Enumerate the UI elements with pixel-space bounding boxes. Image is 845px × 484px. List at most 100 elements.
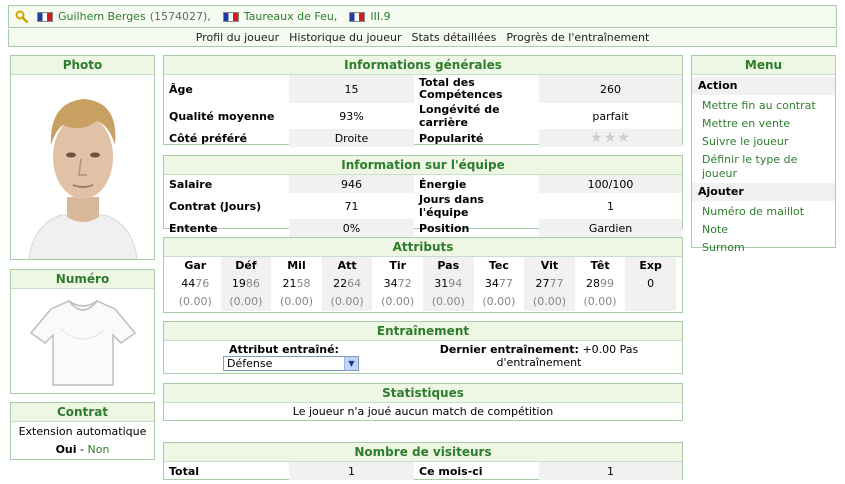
tab-training-progress[interactable]: Progrès de l'entraînement <box>506 31 649 44</box>
star-icon: ★ <box>590 130 604 146</box>
auto-extension-separator: - <box>76 443 88 456</box>
tab-history[interactable]: Historique du joueur <box>289 31 401 44</box>
menu-item-jersey-number[interactable]: Numéro de maillot <box>692 203 835 221</box>
statistics-panel: Statistiques Le joueur n'a joué aucun ma… <box>163 383 683 421</box>
visitors-month-label: Ce mois-ci <box>419 464 483 478</box>
visitors-total-value: 1 <box>289 462 414 480</box>
attribute-whole: 34 <box>383 277 398 290</box>
menu-item-put-for-sale[interactable]: Mettre en vente <box>692 115 835 133</box>
popularity-stars: ★★★ <box>539 129 682 147</box>
star-icon: ★ <box>617 130 631 146</box>
attribute-value: 0 <box>625 275 676 293</box>
trained-attribute-select[interactable]: Défense ▼ <box>223 356 359 371</box>
career-longevity-label: Longévité de carrière <box>419 103 500 129</box>
statistics-text: Le joueur n'a joué aucun match de compét… <box>292 405 554 418</box>
league-link[interactable]: III.9 <box>370 10 390 23</box>
menu-item-end-contract[interactable]: Mettre fin au contrat <box>692 97 835 115</box>
attribute-value: 3194 <box>422 275 474 293</box>
trained-attribute-label: Attribut entraîné: <box>229 343 339 356</box>
attribute-name: Tec <box>488 259 509 272</box>
attribute-name: Exp <box>625 257 676 275</box>
auto-extension-no-link[interactable]: Non <box>87 443 109 456</box>
attribute-name: Mil <box>287 259 306 272</box>
popularity-label: Popularité <box>419 131 484 145</box>
team-info-title: Information sur l'équipe <box>164 156 682 175</box>
attribute-decimal: 99 <box>600 277 615 290</box>
attribute-whole: 34 <box>484 277 499 290</box>
attributes-change-row: (0.00) (0.00) (0.00) (0.00) (0.00) (0.00) (0.0… <box>170 293 676 311</box>
preferred-side-value: Droite <box>289 129 414 147</box>
attribute-decimal: 77 <box>498 277 513 290</box>
attribute-name: Déf <box>220 257 272 275</box>
avg-quality-value: 93% <box>339 109 364 123</box>
team-info-panel: Information sur l'équipe Salaire 946 Éne… <box>163 155 683 237</box>
tab-profile[interactable]: Profil du joueur <box>196 31 279 44</box>
attribute-decimal: 72 <box>397 277 412 290</box>
france-flag-icon <box>222 11 239 22</box>
age-label: Âge <box>169 82 193 96</box>
menu-panel: Menu Action Mettre fin au contrat Mettre… <box>691 55 836 254</box>
attribute-value: 2899 <box>575 275 626 293</box>
attribute-name: Pas <box>422 257 474 275</box>
search-icon[interactable] <box>15 10 29 24</box>
career-longevity-value: parfait <box>592 109 629 123</box>
attribute-name: Têt <box>590 259 610 272</box>
attribute-name: Tir <box>389 259 407 272</box>
contract-title: Contrat <box>11 403 154 422</box>
preferred-side-label: Côté préféré <box>169 131 248 145</box>
attribute-whole: 21 <box>282 277 297 290</box>
jersey-icon <box>29 300 137 386</box>
star-icon: ★ <box>603 130 618 146</box>
player-photo <box>11 75 154 260</box>
entente-label: Entente <box>169 221 218 235</box>
statistics-title: Statistiques <box>164 384 682 403</box>
attribute-value: 2777 <box>524 275 575 293</box>
menu-item-nickname[interactable]: Surnom <box>692 239 835 257</box>
energy-label: Énergie <box>419 177 467 191</box>
visitors-panel: Nombre de visiteurs Total 1 Ce mois-ci 1 <box>163 442 683 480</box>
contract-days-value: 71 <box>344 199 359 213</box>
attribute-decimal: 64 <box>347 277 362 290</box>
auto-extension-yes: Oui <box>55 443 77 456</box>
visitors-title: Nombre de visiteurs <box>164 443 682 462</box>
attribute-change: (0.00) <box>178 295 212 308</box>
entente-value: 0% <box>289 219 414 237</box>
number-title: Numéro <box>11 270 154 289</box>
menu-item-set-player-type[interactable]: Définir le type de joueur <box>692 151 835 183</box>
attribute-decimal: 76 <box>195 277 210 290</box>
attribute-change: (0.00) <box>279 295 314 308</box>
attribute-value: 3477 <box>474 275 525 293</box>
player-id: (1574027), <box>149 10 211 23</box>
player-name-link[interactable]: Guilhem Berges <box>58 10 146 23</box>
team-name-link[interactable]: Taureaux de Feu, <box>244 10 338 23</box>
days-in-team-label: Jours dans l'équipe <box>419 193 484 219</box>
player-header-bar: Guilhem Berges (1574027), Taureaux de Fe… <box>8 5 837 28</box>
photo-title: Photo <box>11 56 154 75</box>
attributes-panel: Attributs Gar Déf Mil Att Tir Pas Tec Vit Têt Exp… <box>163 237 683 313</box>
contract-days-label: Contrat (Jours) <box>169 199 262 213</box>
general-info-title: Informations générales <box>164 56 682 75</box>
attribute-value: 1986 <box>220 275 272 293</box>
attribute-decimal: 86 <box>245 277 260 290</box>
attribute-name: Vit <box>524 257 575 275</box>
training-title: Entraînement <box>164 322 682 341</box>
menu-section-action: Action <box>692 77 835 95</box>
number-panel: Numéro <box>10 269 155 394</box>
france-flag-icon <box>349 11 366 22</box>
menu-item-note[interactable]: Note <box>692 221 835 239</box>
tab-detailed-stats[interactable]: Stats détaillées <box>412 31 497 44</box>
menu-item-follow-player[interactable]: Suivre le joueur <box>692 133 835 151</box>
auto-extension-label: Extension automatique <box>18 425 147 438</box>
training-panel: Entraînement Attribut entraîné: Défense … <box>163 321 683 374</box>
contract-panel: Contrat Extension automatique Oui - Non <box>10 402 155 460</box>
attribute-value: 3472 <box>372 275 423 293</box>
attribute-whole: 27 <box>535 277 550 290</box>
attribute-change <box>625 293 676 311</box>
attribute-value: 4476 <box>170 275 221 293</box>
menu-title: Menu <box>692 56 835 75</box>
position-label: Position <box>419 221 470 235</box>
attributes-value-row: 4476 1986 2158 2264 3472 3194 3477 2777 2899 0 <box>170 275 676 293</box>
chevron-down-icon[interactable]: ▼ <box>344 357 358 370</box>
attribute-whole: 22 <box>333 277 348 290</box>
salary-value: 946 <box>289 175 414 193</box>
